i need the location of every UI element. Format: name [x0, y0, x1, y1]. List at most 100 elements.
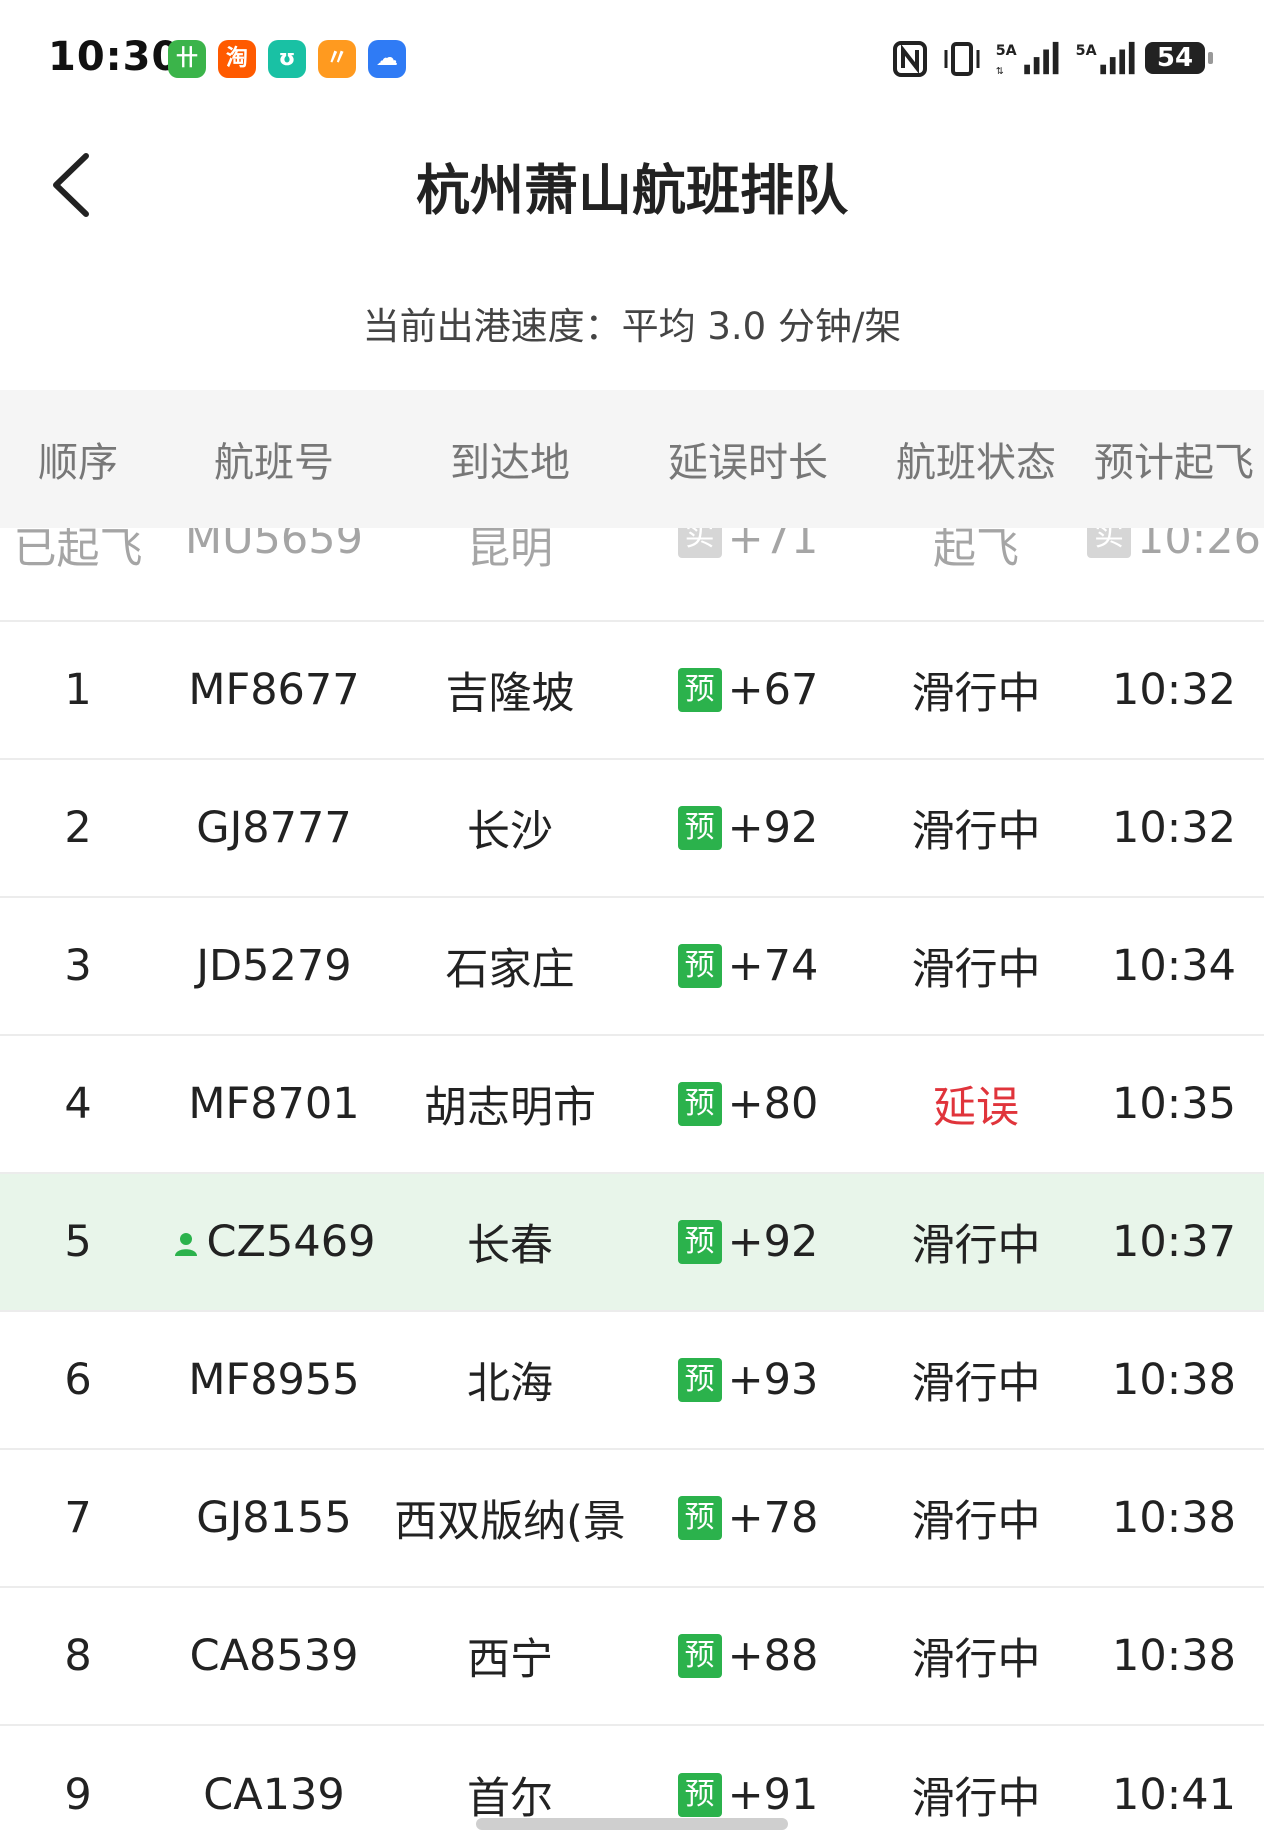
row-delay: 预 +67	[628, 622, 868, 758]
row-departure-time: 10:38	[1112, 1631, 1236, 1681]
row-delay: 预 +93	[628, 1312, 868, 1448]
departed-row-visible: 已起飞 MU5659 昆明 实 +71 起飞 实 10:26	[0, 514, 1264, 622]
row-status: 滑行中	[911, 669, 1041, 719]
estimate-badge: 预	[677, 1082, 722, 1126]
row-delay-value: +80	[727, 1079, 819, 1129]
row-order: 9	[64, 1770, 92, 1820]
estimate-badge: 预	[677, 668, 722, 712]
row-flight-number: CA8539	[189, 1631, 359, 1681]
row-order: 4	[64, 1079, 92, 1129]
row-flight-number: MF8701	[188, 1079, 360, 1129]
signal-2-label: 5A	[1076, 43, 1097, 59]
row-delay: 预 +88	[628, 1588, 868, 1724]
row-order: 6	[64, 1355, 92, 1405]
row-delay-value: +78	[727, 1493, 819, 1543]
status-time: 10:30	[48, 34, 181, 80]
row-delay-value: +67	[727, 665, 819, 715]
vibrate-icon	[944, 42, 980, 76]
row-destination: 长沙	[467, 807, 553, 857]
row-status: 滑行中	[911, 1497, 1041, 1547]
row-destination: 西宁	[467, 1635, 553, 1685]
row-departure-time: 10:37	[1112, 1217, 1236, 1267]
row-departure-time: 10:32	[1112, 803, 1236, 853]
row-flight-number: MF8955	[188, 1355, 360, 1405]
screen: 10:30 卄 淘 ʊ 〃 ☁ 5A ⇅ 5A 54 杭州萧山航班排队 当前出港…	[0, 0, 1264, 1848]
row-departure-time: 10:34	[1112, 941, 1236, 991]
row-flight-number: GJ8155	[196, 1493, 352, 1543]
row-flight-number: JD5279	[196, 941, 352, 991]
row-flight-number: GJ8777	[196, 803, 352, 853]
row-destination: 胡志明市	[424, 1083, 596, 1133]
row-status: 滑行中	[911, 1774, 1041, 1824]
row-delay-value: +91	[727, 1770, 819, 1820]
row-destination: 长春	[467, 1221, 553, 1271]
row-destination: 吉隆坡	[445, 669, 575, 719]
column-header-status: 航班状态	[896, 440, 1056, 486]
estimate-badge: 预	[677, 1220, 722, 1264]
home-indicator[interactable]	[476, 1818, 788, 1830]
table-row[interactable]: 4 MF8701 胡志明市 预 +80 延误 10:35	[0, 1036, 1264, 1174]
table-row[interactable]: 3 JD5279 石家庄 预 +74 滑行中 10:34	[0, 898, 1264, 1036]
battery-tip	[1208, 52, 1213, 64]
column-header-flight: 航班号	[214, 440, 334, 486]
row-departure-time: 10:35	[1112, 1079, 1236, 1129]
row-status: 滑行中	[911, 1635, 1041, 1685]
row-delay: 预 +78	[628, 1450, 868, 1586]
row-destination: 北海	[467, 1359, 553, 1409]
column-header-delay: 延误时长	[668, 440, 828, 486]
table-header-overlay: 顺序 航班号 到达地 延误时长 航班状态 预计起飞	[0, 390, 1264, 528]
row-order: 2	[64, 803, 92, 853]
column-header-departure: 预计起飞	[1094, 440, 1254, 486]
row-departure-time: 10:38	[1112, 1355, 1236, 1405]
page-title: 杭州萧山航班排队	[416, 159, 848, 222]
estimate-badge: 预	[677, 1358, 722, 1402]
row-status: 滑行中	[911, 945, 1041, 995]
signal-1-label: 5A	[996, 43, 1017, 59]
estimate-badge: 预	[677, 944, 722, 988]
row-status: 滑行中	[911, 1359, 1041, 1409]
row-flight-number: CA139	[203, 1770, 345, 1820]
estimate-badge: 预	[677, 1634, 722, 1678]
nfc-icon	[893, 41, 927, 77]
estimate-badge: 预	[677, 806, 722, 850]
signal-strength-icon-2: 5A	[1076, 41, 1135, 75]
row-flight-number: CZ5469	[156, 1174, 392, 1310]
row-delay-value: +74	[727, 941, 819, 991]
row-order: 3	[64, 941, 92, 991]
row-order: 5	[64, 1217, 92, 1267]
signal-strength-icon: 5A ⇅	[996, 41, 1059, 77]
weather-icon: ☁	[368, 40, 406, 78]
row-order: 1	[64, 665, 92, 715]
row-status: 滑行中	[911, 807, 1041, 857]
row-departure-time: 10:32	[1112, 665, 1236, 715]
row-delay: 预 +92	[628, 1174, 868, 1310]
battery-icon: 54	[1145, 42, 1205, 74]
table-row-highlighted[interactable]: 5 CZ5469 长春 预 +92 滑行中 10:37	[0, 1174, 1264, 1312]
row-delay-value: +93	[727, 1355, 819, 1405]
column-header-destination: 到达地	[450, 440, 570, 486]
row-flight-number-value: CZ5469	[206, 1217, 376, 1267]
row-delay-value: +92	[727, 803, 819, 853]
row-departure-time: 10:41	[1112, 1770, 1236, 1820]
app-icon-orange: 〃	[318, 40, 356, 78]
table-row[interactable]: 8 CA8539 西宁 预 +88 滑行中 10:38	[0, 1588, 1264, 1726]
row-flight-number: MF8677	[188, 665, 360, 715]
table-row[interactable]: 1 MF8677 吉隆坡 预 +67 滑行中 10:32	[0, 622, 1264, 760]
departure-speed-text: 当前出港速度：平均 3.0 分钟/架	[362, 305, 902, 348]
row-departure-time: 10:38	[1112, 1493, 1236, 1543]
table-row[interactable]: 2 GJ8777 长沙 预 +92 滑行中 10:32	[0, 760, 1264, 898]
estimate-badge: 预	[677, 1773, 722, 1817]
estimate-badge: 预	[677, 1496, 722, 1540]
app-icon-green: 卄	[168, 40, 206, 78]
row-delay: 预 +74	[628, 898, 868, 1034]
status-bar: 10:30 卄 淘 ʊ 〃 ☁ 5A ⇅ 5A 54	[0, 0, 1264, 118]
table-row[interactable]: 6 MF8955 北海 预 +93 滑行中 10:38	[0, 1312, 1264, 1450]
column-header-order: 顺序	[38, 440, 118, 486]
row-order: 8	[64, 1631, 92, 1681]
svg-text:⇅: ⇅	[996, 66, 1004, 77]
taobao-icon: 淘	[218, 40, 256, 78]
row-delay: 预 +80	[628, 1036, 868, 1172]
row-status: 滑行中	[911, 1221, 1041, 1271]
table-row[interactable]: 7 GJ8155 西双版纳(景 预 +78 滑行中 10:38	[0, 1450, 1264, 1588]
row-status-delayed: 延误	[933, 1083, 1019, 1133]
